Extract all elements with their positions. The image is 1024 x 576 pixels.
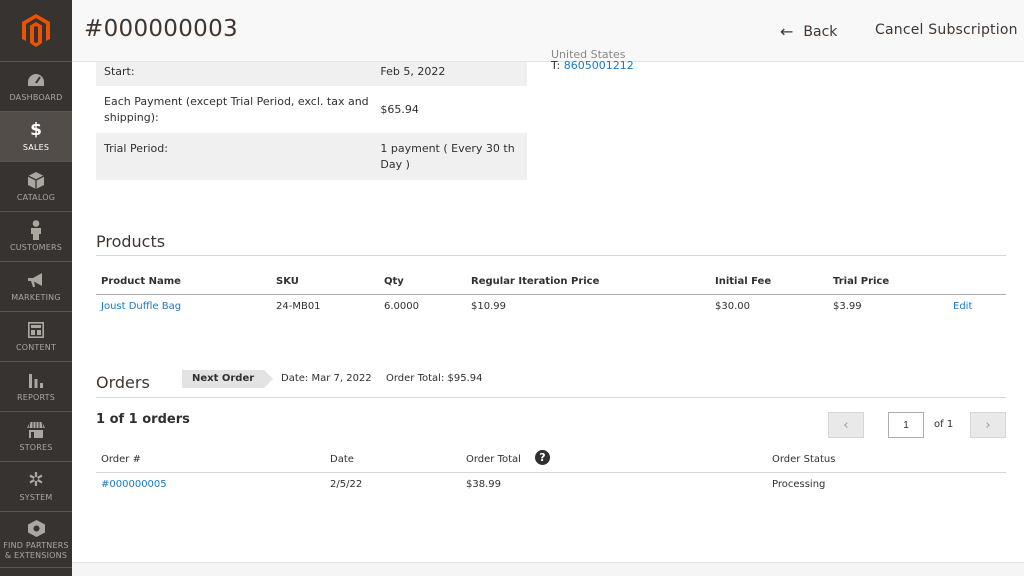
info-value: $65.94 [380, 103, 419, 116]
phone-prefix: T: [551, 59, 561, 72]
page-header: #000000003 ← Back Cancel Subscription [72, 0, 1024, 62]
col-initial-fee: Initial Fee [715, 276, 772, 287]
nav-label: Sales [22, 143, 50, 152]
info-value: 1 payment ( Every 30 th Day ) [380, 142, 515, 171]
page-number-input[interactable] [888, 412, 924, 438]
back-label: Back [803, 23, 838, 40]
magento-logo-icon [22, 14, 50, 47]
product-initial-fee: $30.00 [715, 301, 750, 312]
main-content: Start: Feb 5, 2022 Each Payment (except … [72, 50, 1024, 576]
help-icon[interactable]: ? [535, 450, 550, 465]
col-date: Date [330, 454, 354, 465]
back-button[interactable]: ← Back [780, 22, 837, 41]
orders-title: Orders [96, 373, 150, 392]
dollar-icon: $ [30, 120, 42, 140]
info-key: Trial Period: [104, 142, 168, 155]
magento-logo[interactable] [0, 0, 72, 62]
pager-prev-button[interactable]: ‹ [828, 412, 864, 438]
nav-find-partners[interactable]: Find Partners & Extensions [0, 512, 72, 568]
nav-sales[interactable]: $ Sales [0, 112, 72, 162]
products-title: Products [96, 232, 166, 251]
nav-content[interactable]: Content [0, 312, 72, 362]
nav-catalog[interactable]: Catalog [0, 162, 72, 212]
order-total: $38.99 [466, 479, 501, 490]
col-trial-price: Trial Price [833, 276, 890, 287]
next-order-total: Order Total: $95.94 [386, 373, 483, 384]
person-icon [31, 220, 41, 240]
bar-chart-icon [29, 374, 43, 388]
page-total: of 1 [934, 419, 954, 430]
nav-label: Dashboard [9, 93, 63, 102]
subscription-info-table: Start: Feb 5, 2022 Each Payment (except … [96, 62, 527, 180]
info-row: Start: Feb 5, 2022 [96, 62, 527, 86]
info-key: Each Payment (except Trial Period, excl.… [104, 95, 369, 124]
chevron-left-icon: ‹ [843, 417, 849, 433]
next-order-date: Date: Mar 7, 2022 [281, 373, 372, 384]
page-title: #000000003 [84, 16, 238, 42]
phone-link[interactable]: 8605001212 [564, 59, 634, 72]
nav-stores[interactable]: Stores [0, 412, 72, 462]
admin-sidebar: Dashboard $ Sales Catalog Customers Mark… [0, 0, 72, 576]
cancel-subscription-button[interactable]: Cancel Subscription [875, 22, 1018, 38]
col-product-name: Product Name [101, 276, 181, 287]
products-header-divider [96, 294, 1006, 295]
col-sku: SKU [276, 276, 299, 287]
megaphone-icon [28, 272, 42, 287]
order-status: Processing [772, 479, 826, 490]
nav-marketing[interactable]: Marketing [0, 262, 72, 312]
nav-label: Marketing [11, 293, 61, 302]
nav-reports[interactable]: Reports [0, 362, 72, 412]
nav-customers[interactable]: Customers [0, 212, 72, 262]
address-country: United States [551, 50, 626, 58]
col-order-total: Order Total [466, 454, 521, 465]
billing-address: United States T: 8605001212 [551, 50, 634, 72]
order-number-link[interactable]: #000000005 [101, 479, 167, 490]
content-icon [28, 322, 44, 338]
nav-label: Catalog [16, 193, 56, 202]
orders-header-divider [96, 472, 1006, 473]
products-divider [96, 255, 1006, 256]
nav-label: Customers [9, 243, 63, 252]
cube-icon [28, 171, 44, 189]
product-regular-price: $10.99 [471, 301, 506, 312]
nav-label: System [19, 493, 53, 502]
nav-dashboard[interactable]: Dashboard [0, 62, 72, 112]
order-date: 2/5/22 [330, 479, 363, 490]
dashboard-icon [28, 74, 44, 86]
col-order-number: Order # [101, 454, 141, 465]
partners-icon [27, 519, 45, 537]
gear-icon: ✲ [28, 469, 44, 491]
nav-label: Content [15, 343, 57, 352]
orders-divider [96, 397, 1006, 398]
product-name-link[interactable]: Joust Duffle Bag [101, 301, 181, 312]
col-order-status: Order Status [772, 454, 836, 465]
nav-label: Find Partners & Extensions [3, 541, 69, 560]
chevron-right-icon: › [985, 417, 991, 433]
orders-count: 1 of 1 orders [96, 412, 190, 427]
next-order-badge: Next Order [182, 370, 274, 388]
product-sku: 24-MB01 [276, 301, 321, 312]
store-icon [27, 422, 45, 438]
col-qty: Qty [384, 276, 404, 287]
arrow-left-icon: ← [780, 22, 794, 41]
pager-next-button[interactable]: › [970, 412, 1006, 438]
edit-product-link[interactable]: Edit [953, 301, 972, 312]
nav-system[interactable]: ✲ System [0, 462, 72, 512]
info-value: Feb 5, 2022 [380, 65, 446, 78]
product-qty: 6.0000 [384, 301, 419, 312]
footer-strip [72, 562, 1024, 576]
nav-label: Reports [16, 393, 56, 402]
info-row: Each Payment (except Trial Period, excl.… [96, 86, 527, 133]
info-row: Trial Period: 1 payment ( Every 30 th Da… [96, 133, 527, 180]
product-trial-price: $3.99 [833, 301, 862, 312]
col-regular-price: Regular Iteration Price [471, 276, 600, 287]
info-key: Start: [104, 65, 135, 78]
nav-label: Stores [19, 443, 53, 452]
